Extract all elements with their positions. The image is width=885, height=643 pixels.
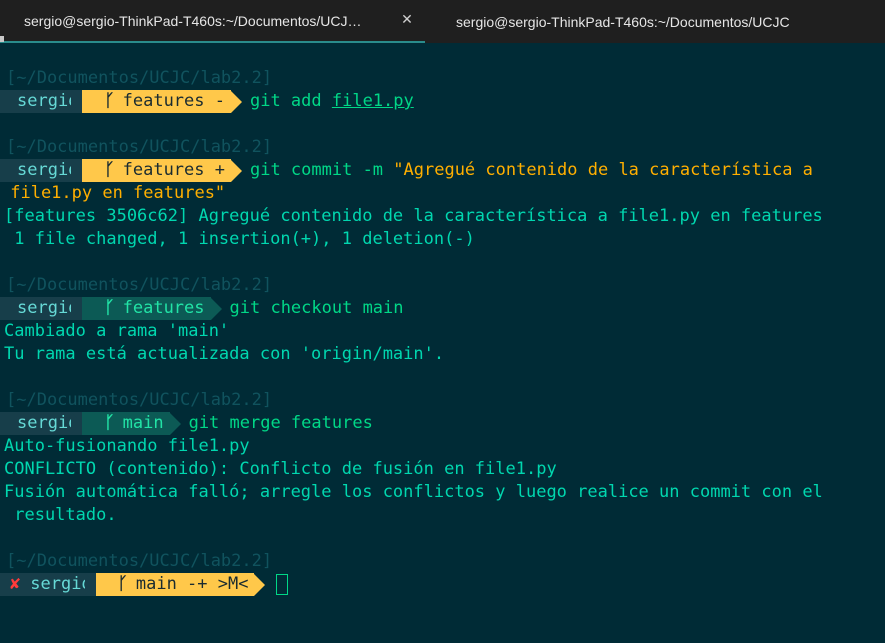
prompt: sergio ᚴ features git checkout main xyxy=(0,297,404,320)
prompt-arrow xyxy=(210,297,222,320)
prompt: ✘ sergio ᚴ main -+ >M< xyxy=(0,573,289,596)
git-branch-icon: ᚴ xyxy=(104,413,115,433)
prompt-arrow xyxy=(230,159,242,182)
text-cursor[interactable] xyxy=(276,574,289,595)
prompt-user: ✘ sergio xyxy=(0,573,96,596)
prompt-branch: ᚴ features - xyxy=(71,90,231,113)
prompt-branch: ᚴ main xyxy=(71,412,170,435)
output-line: Auto-fusionando file1.py xyxy=(4,436,250,456)
prompt: sergio ᚴ features + git commit -m "Agregu… xyxy=(0,159,813,182)
command-continuation: file1.py en features" xyxy=(0,183,226,203)
prompt-arrow xyxy=(254,573,266,596)
tab-scroll-indicator xyxy=(0,36,4,42)
git-branch-icon: ᚴ xyxy=(117,574,128,594)
prompt-user: sergio xyxy=(0,297,83,320)
path-line: [~/Documentos/UCJC/lab2.2] xyxy=(6,390,273,410)
git-branch-icon: ᚴ xyxy=(104,160,115,180)
close-icon[interactable]: ✕ xyxy=(400,12,414,26)
error-status-icon: ✘ xyxy=(10,574,21,594)
output-line: resultado. xyxy=(4,505,117,525)
prompt-user: sergio xyxy=(0,412,83,435)
output-line: [features 3506c62] Agregué contenido de … xyxy=(4,206,823,226)
git-branch-icon: ᚴ xyxy=(104,298,115,318)
prompt-arrow xyxy=(230,90,242,113)
command: git checkout main xyxy=(229,298,404,318)
prompt-arrow xyxy=(169,412,181,435)
tab-terminal-2[interactable]: sergio@sergio-ThinkPad-T460s:~/Documento… xyxy=(425,0,885,43)
tab-title: sergio@sergio-ThinkPad-T460s:~/Documento… xyxy=(24,12,362,29)
terminal-output[interactable]: [~/Documentos/UCJC/lab2.2] sergio ᚴ featu… xyxy=(0,43,885,598)
output-line: 1 file changed, 1 insertion(+), 1 deleti… xyxy=(4,229,475,249)
prompt-branch: ᚴ features + xyxy=(71,159,231,182)
command: git merge features xyxy=(188,413,373,433)
prompt-user: sergio xyxy=(0,159,83,182)
path-line: [~/Documentos/UCJC/lab2.2] xyxy=(6,551,273,571)
prompt-user: sergio xyxy=(0,90,83,113)
git-branch-icon: ᚴ xyxy=(104,91,115,111)
path-line: [~/Documentos/UCJC/lab2.2] xyxy=(6,68,273,88)
output-line: Cambiado a rama 'main' xyxy=(4,321,230,341)
output-line: CONFLICTO (contenido): Conflicto de fusi… xyxy=(4,459,557,479)
prompt-branch: ᚴ main -+ >M< xyxy=(84,573,255,596)
prompt-branch: ᚴ features xyxy=(71,297,211,320)
command: git commit -m "Agregué contenido de la c… xyxy=(249,160,813,180)
prompt: sergio ᚴ main git merge features xyxy=(0,412,373,435)
output-line: Fusión automática falló; arregle los con… xyxy=(4,482,823,502)
tab-title: sergio@sergio-ThinkPad-T460s:~/Documento… xyxy=(456,13,790,30)
path-line: [~/Documentos/UCJC/lab2.2] xyxy=(6,137,273,157)
tab-bar: sergio@sergio-ThinkPad-T460s:~/Documento… xyxy=(0,0,885,43)
output-line: Tu rama está actualizada con 'origin/mai… xyxy=(4,344,445,364)
path-line: [~/Documentos/UCJC/lab2.2] xyxy=(6,275,273,295)
command: git add file1.py xyxy=(249,91,414,111)
tab-terminal-1[interactable]: sergio@sergio-ThinkPad-T460s:~/Documento… xyxy=(0,0,425,43)
prompt: sergio ᚴ features - git add file1.py xyxy=(0,90,414,113)
